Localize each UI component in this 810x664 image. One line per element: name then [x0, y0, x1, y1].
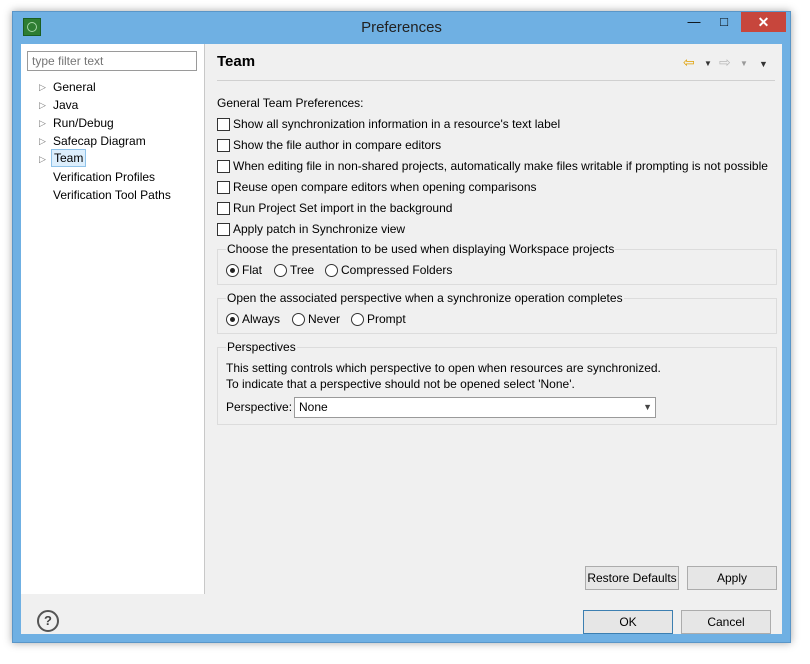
radio-label: Compressed Folders — [341, 263, 453, 277]
checkbox-label: When editing file in non-shared projects… — [233, 159, 768, 173]
perspective-open-group-label: Open the associated perspective when a s… — [226, 291, 624, 305]
perspectives-group: Perspectives This setting controls which… — [217, 340, 777, 425]
tree-item-label: Verification Tool Paths — [53, 188, 171, 202]
checkbox-label: Run Project Set import in the background — [233, 201, 453, 215]
checkbox-label: Apply patch in Synchronize view — [233, 222, 406, 236]
perspective-open-group: Open the associated perspective when a s… — [217, 291, 777, 334]
close-button[interactable]: ✕ — [741, 12, 786, 32]
radio-button[interactable] — [226, 313, 239, 326]
perspective-select[interactable]: None ▼ — [294, 397, 656, 418]
ok-button[interactable]: OK — [583, 610, 673, 634]
apply-button[interactable]: Apply — [687, 566, 777, 590]
tree-item-label: Java — [53, 98, 79, 112]
radio-button[interactable] — [325, 264, 338, 277]
view-menu-icon[interactable]: ▼ — [759, 56, 768, 72]
radio-button[interactable] — [226, 264, 239, 277]
dialog-client: ▷ General ▷ Java ▷ Run/Debug ▷ Safecap D… — [21, 44, 782, 634]
tree-item-label: Verification Profiles — [53, 170, 156, 184]
radio-label: Never — [308, 312, 341, 326]
perspective-field-label: Perspective: — [226, 400, 293, 414]
radio-label: Tree — [290, 263, 315, 277]
radio-label: Flat — [242, 263, 263, 277]
tree-item-label: Team — [51, 149, 87, 167]
perspectives-description-1: This setting controls which perspective … — [226, 361, 661, 375]
checkbox-box[interactable] — [217, 160, 230, 173]
radio-label: Prompt — [367, 312, 406, 326]
expand-arrow-icon[interactable]: ▷ — [39, 96, 47, 114]
cancel-button[interactable]: Cancel — [681, 610, 771, 634]
maximize-button[interactable]: □ — [710, 12, 738, 32]
radio-label: Always — [242, 312, 281, 326]
preference-page: Team ⇦ ▼ ⇨ ▼ ▼ General Team Preferences:… — [205, 44, 782, 594]
expand-arrow-icon[interactable]: ▷ — [39, 78, 47, 96]
dialog-button-bar: ? OK Cancel — [21, 595, 782, 634]
checkbox-label: Show the file author in compare editors — [233, 138, 442, 152]
checkbox-box[interactable] — [217, 139, 230, 152]
back-arrow-icon[interactable]: ⇦ — [683, 54, 695, 70]
tree-item-label: Safecap Diagram — [53, 134, 146, 148]
radio-button[interactable] — [351, 313, 364, 326]
filter-input[interactable] — [27, 51, 197, 71]
presentation-group: Choose the presentation to be used when … — [217, 242, 777, 285]
preference-tree-pane: ▷ General ▷ Java ▷ Run/Debug ▷ Safecap D… — [21, 44, 205, 594]
preferences-window: Preferences — □ ✕ ▷ General ▷ Java ▷ Run… — [12, 11, 791, 643]
help-icon[interactable]: ? — [37, 610, 59, 632]
checkbox-label: Reuse open compare editors when opening … — [233, 180, 537, 194]
page-title: Team — [217, 53, 256, 70]
tree-item-label: Run/Debug — [53, 116, 114, 130]
title-bar[interactable]: Preferences — □ ✕ — [13, 12, 790, 42]
checkbox-box[interactable] — [217, 202, 230, 215]
forward-dropdown-icon[interactable]: ▼ — [740, 56, 748, 72]
checkbox-box[interactable] — [217, 223, 230, 236]
radio-button[interactable] — [274, 264, 287, 277]
chevron-down-icon: ▼ — [643, 402, 652, 412]
presentation-group-label: Choose the presentation to be used when … — [226, 242, 616, 256]
perspectives-description-2: To indicate that a perspective should no… — [226, 377, 575, 391]
tree-item-label: General — [53, 80, 96, 94]
restore-defaults-button[interactable]: Restore Defaults — [585, 566, 679, 590]
checkbox-box[interactable] — [217, 181, 230, 194]
forward-arrow-icon[interactable]: ⇨ — [719, 54, 731, 70]
perspectives-group-label: Perspectives — [226, 340, 297, 354]
expand-arrow-icon[interactable]: ▷ — [39, 150, 47, 168]
window-title: Preferences — [361, 19, 442, 36]
page-navigation: ⇦ ▼ ⇨ ▼ ▼ — [683, 54, 778, 70]
radio-button[interactable] — [292, 313, 305, 326]
minimize-button[interactable]: — — [680, 12, 708, 32]
checkbox-box[interactable] — [217, 118, 230, 131]
expand-arrow-icon[interactable]: ▷ — [39, 132, 47, 150]
back-dropdown-icon[interactable]: ▼ — [704, 56, 712, 72]
checkbox-label: Show all synchronization information in … — [233, 117, 561, 131]
expand-arrow-icon[interactable]: ▷ — [39, 114, 47, 132]
section-heading: General Team Preferences: — [217, 96, 364, 110]
title-separator — [217, 80, 775, 81]
perspective-select-value: None — [299, 400, 328, 414]
